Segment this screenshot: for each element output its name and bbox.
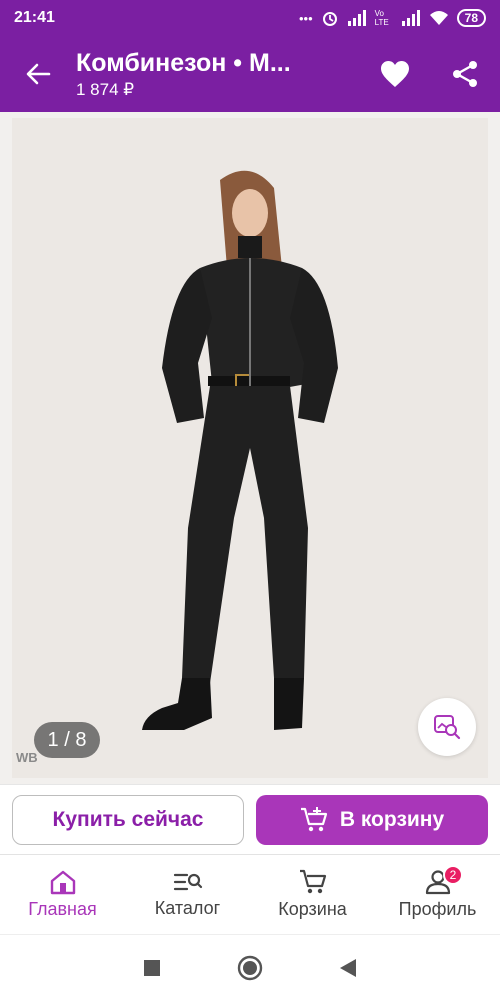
favorite-button[interactable] — [360, 36, 430, 112]
wifi-icon — [429, 11, 448, 25]
bottom-navigation: Главная Каталог Корзина Профиль 2 — [0, 854, 500, 934]
back-arrow-icon — [26, 63, 51, 85]
status-bar: 21:41 ••• Vo LTE 78 — [0, 0, 500, 36]
product-gallery[interactable] — [0, 112, 500, 784]
watermark-label: WB — [16, 750, 38, 765]
volte-label: Vo LTE — [374, 9, 389, 27]
buy-now-button[interactable]: Купить сейчас — [12, 795, 244, 845]
more-notifications-icon: ••• — [298, 10, 313, 26]
signal-icon — [347, 10, 366, 26]
page-title: Комбинезон • M... — [76, 48, 291, 77]
app-bar: Комбинезон • M... 1 874 ₽ — [0, 36, 500, 112]
back-system-icon[interactable] — [339, 958, 357, 978]
nav-home-label: Главная — [28, 899, 97, 919]
share-button[interactable] — [430, 36, 500, 112]
profile-badge: 2 — [443, 865, 463, 885]
nav-catalog-label: Каталог — [154, 898, 221, 918]
status-icons: ••• Vo LTE 78 — [299, 9, 486, 27]
purchase-actions: Купить сейчас В корзину — [0, 784, 500, 854]
nav-profile[interactable]: Профиль 2 — [375, 855, 500, 934]
battery-indicator: 78 — [456, 9, 486, 27]
visual-search-button[interactable] — [418, 698, 476, 756]
nav-home[interactable]: Главная — [0, 855, 125, 934]
status-time: 21:41 — [14, 9, 55, 26]
cart-plus-icon — [300, 807, 327, 832]
alarm-icon — [322, 12, 337, 26]
image-search-icon — [434, 715, 461, 740]
home-icon — [50, 870, 75, 895]
product-price: 1 874 ₽ — [76, 79, 135, 99]
home-system-icon[interactable] — [237, 955, 263, 981]
nav-cart[interactable]: Корзина — [250, 855, 375, 934]
add-to-cart-label: В корзину — [339, 808, 445, 831]
heart-icon — [381, 61, 409, 87]
system-navigation — [0, 934, 500, 1000]
model-illustration — [142, 170, 338, 730]
signal-icon-2 — [401, 10, 420, 26]
recents-icon[interactable] — [143, 959, 161, 977]
product-photo[interactable] — [12, 118, 488, 778]
catalog-search-icon — [173, 873, 202, 891]
image-counter: 1 / 8 — [34, 722, 100, 758]
title-block: Комбинезон • M... 1 874 ₽ — [52, 49, 360, 100]
nav-cart-label: Корзина — [278, 899, 347, 919]
share-icon — [453, 61, 477, 87]
nav-catalog[interactable]: Каталог — [125, 855, 250, 934]
cart-icon — [299, 869, 326, 894]
add-to-cart-button[interactable]: В корзину — [256, 795, 488, 845]
nav-profile-label: Профиль — [398, 899, 477, 919]
